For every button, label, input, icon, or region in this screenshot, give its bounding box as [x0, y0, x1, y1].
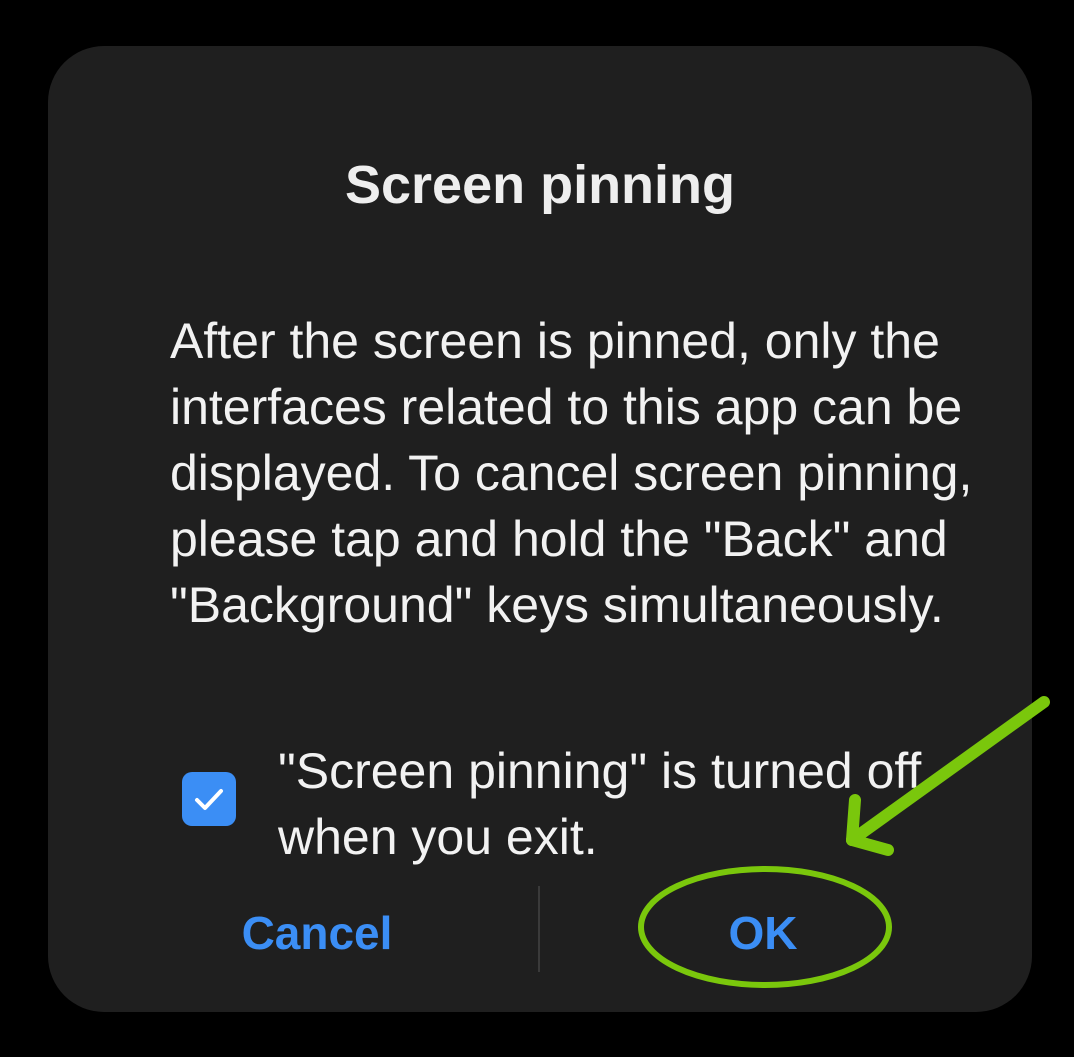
button-divider: [538, 886, 540, 972]
exit-option-checkbox[interactable]: [182, 772, 236, 826]
dialog-title: Screen pinning: [344, 155, 736, 215]
exit-option-row[interactable]: "Screen pinning" is turned off when you …: [182, 738, 1062, 878]
exit-option-label: "Screen pinning" is turned off when you …: [278, 743, 922, 865]
dialog-message: After the screen is pinned, only the int…: [170, 313, 973, 633]
screen-pinning-dialog: Screen pinning After the screen is pinne…: [48, 46, 1032, 1012]
ok-button[interactable]: OK: [632, 898, 894, 968]
cancel-button[interactable]: Cancel: [186, 898, 448, 968]
check-icon: [195, 789, 223, 810]
